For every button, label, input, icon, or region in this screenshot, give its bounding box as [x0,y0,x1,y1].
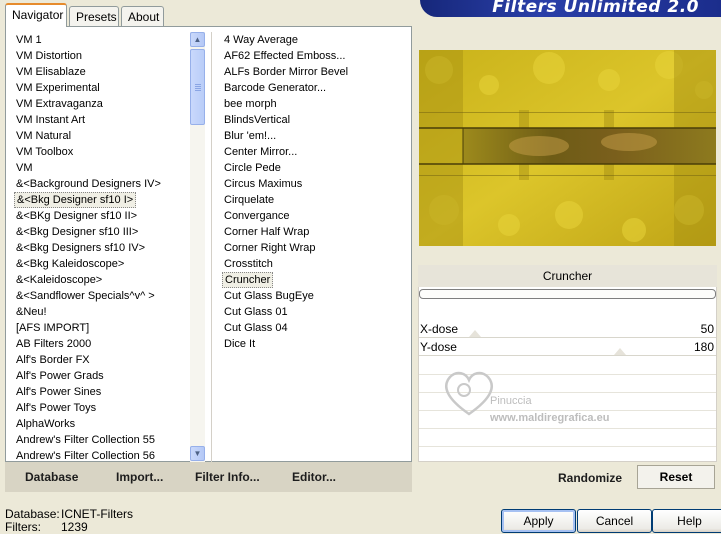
import-button[interactable]: Import... [116,470,163,484]
tab-navigator[interactable]: Navigator [5,3,67,27]
reset-button[interactable]: Reset [637,465,715,489]
category-list-item[interactable]: &Neu! [14,304,190,320]
category-list[interactable]: VM 1 VM Distortion VM Elisablaze VM Experim… [14,32,190,462]
database-label: Database: [5,507,60,521]
filters-label: Filters: [5,520,41,534]
filter-list-item[interactable]: Circus Maximus [222,176,407,192]
filter-list-item[interactable]: BlindsVertical [222,112,407,128]
preview-image [419,50,716,246]
category-list-item[interactable]: Andrew's Filter Collection 56 [14,448,190,462]
randomize-button[interactable]: Randomize [558,471,622,485]
database-value: ICNET-Filters [61,507,133,521]
category-list-item[interactable]: &<Kaleidoscope> [14,272,190,288]
banner-title: Filters Unlimited 2.0 [492,0,699,17]
category-list-item[interactable]: VM Instant Art [14,112,190,128]
watermark-name: Pinuccia [490,395,532,407]
category-list-item[interactable]: &<Bkg Kaleidoscope> [14,256,190,272]
category-list-item[interactable]: VM Natural [14,128,190,144]
apply-button[interactable]: Apply [501,509,576,533]
filter-list-item[interactable]: Cut Glass 04 [222,320,407,336]
param-value: 50 [700,322,714,336]
param-label: X-dose [420,322,459,336]
filter-list-item[interactable]: Cruncher [222,272,274,288]
filter-list-item[interactable]: Blur 'em!... [222,128,407,144]
filter-list[interactable]: 4 Way Average AF62 Effected Emboss... ALFs… [222,32,407,462]
list-divider [211,32,212,462]
filter-name: Cruncher [542,269,593,283]
apply-label: Apply [523,514,554,528]
slider-thumb[interactable] [468,330,481,337]
param-y-dose[interactable]: Y-dose 180 [419,338,716,356]
database-button[interactable]: Database [25,470,78,484]
category-scrollbar[interactable]: ▲ ▼ [190,32,205,462]
category-list-item[interactable]: VM Toolbox [14,144,190,160]
category-list-item[interactable]: VM Experimental [14,80,190,96]
filter-list-item[interactable]: AF62 Effected Emboss... [222,48,407,64]
param-x-dose[interactable]: X-dose 50 [419,320,716,338]
help-label: Help [677,514,702,528]
progress-bar [419,289,716,299]
filter-list-item[interactable]: Cut Glass BugEye [222,288,407,304]
param-label: Y-dose [420,340,457,354]
filter-list-item[interactable]: Cirquelate [222,192,407,208]
tab-label: About [128,10,160,24]
category-list-item[interactable]: AlphaWorks [14,416,190,432]
tab-presets[interactable]: Presets [69,6,119,26]
reset-label: Reset [659,470,693,484]
tab-label: Presets [76,10,117,24]
category-list-item[interactable]: Alf's Border FX [14,352,190,368]
watermark-url: www.maldiregrafica.eu [490,412,610,424]
cancel-label: Cancel [595,514,634,528]
filter-list-item[interactable]: Corner Right Wrap [222,240,407,256]
filter-list-item[interactable]: Circle Pede [222,160,407,176]
category-list-item[interactable]: AB Filters 2000 [14,336,190,352]
category-list-item[interactable]: VM 1 [14,32,190,48]
filter-list-item[interactable]: Corner Half Wrap [222,224,407,240]
filter-name-bar: Cruncher [418,265,717,287]
help-button[interactable]: Help [652,509,721,533]
category-list-item[interactable]: VM Elisablaze [14,64,190,80]
filter-list-item[interactable]: Convergance [222,208,407,224]
category-list-item[interactable]: &<Bkg Designers sf10 IV> [14,240,190,256]
tab-label: Navigator [12,8,64,22]
category-list-item[interactable]: Alf's Power Toys [14,400,190,416]
param-value: 180 [693,340,714,354]
category-list-item[interactable]: &<Bkg Designer sf10 I> [14,192,137,208]
category-list-item[interactable]: Andrew's Filter Collection 55 [14,432,190,448]
category-list-item[interactable]: Alf's Power Sines [14,384,190,400]
category-list-item[interactable]: [AFS IMPORT] [14,320,190,336]
scroll-up-button[interactable]: ▲ [190,32,205,47]
slider-thumb[interactable] [614,348,627,355]
filter-list-item[interactable]: Crosstitch [222,256,407,272]
filter-list-item[interactable]: ALFs Border Mirror Bevel [222,64,407,80]
filter-list-item[interactable]: Center Mirror... [222,144,407,160]
filters-value: 1239 [61,520,88,534]
tab-about[interactable]: About [121,6,164,26]
scroll-down-button[interactable]: ▼ [190,446,205,461]
category-list-item[interactable]: &<Bkg Designer sf10 III> [14,224,190,240]
filter-list-item[interactable]: Dice It [222,336,407,352]
category-list-item[interactable]: VM Distortion [14,48,190,64]
cancel-button[interactable]: Cancel [577,509,652,533]
filter-list-item[interactable]: Barcode Generator... [222,80,407,96]
editor-button[interactable]: Editor... [292,470,336,484]
category-list-item[interactable]: &<Background Designers IV> [14,176,190,192]
filter-info-button[interactable]: Filter Info... [195,470,260,484]
category-list-item[interactable]: VM [14,160,190,176]
category-list-item[interactable]: VM Extravaganza [14,96,190,112]
navigator-toolbar: Database Import... Filter Info... Editor… [5,462,412,492]
filter-list-item[interactable]: 4 Way Average [222,32,407,48]
category-list-item[interactable]: &<BKg Designer sf10 II> [14,208,190,224]
filter-list-item[interactable]: Cut Glass 01 [222,304,407,320]
scroll-thumb[interactable] [190,49,205,125]
filter-list-item[interactable]: bee morph [222,96,407,112]
category-list-item[interactable]: Alf's Power Grads [14,368,190,384]
category-list-item[interactable]: &<Sandflower Specials^v^ > [14,288,190,304]
title-banner: Filters Unlimited 2.0 [420,0,721,17]
